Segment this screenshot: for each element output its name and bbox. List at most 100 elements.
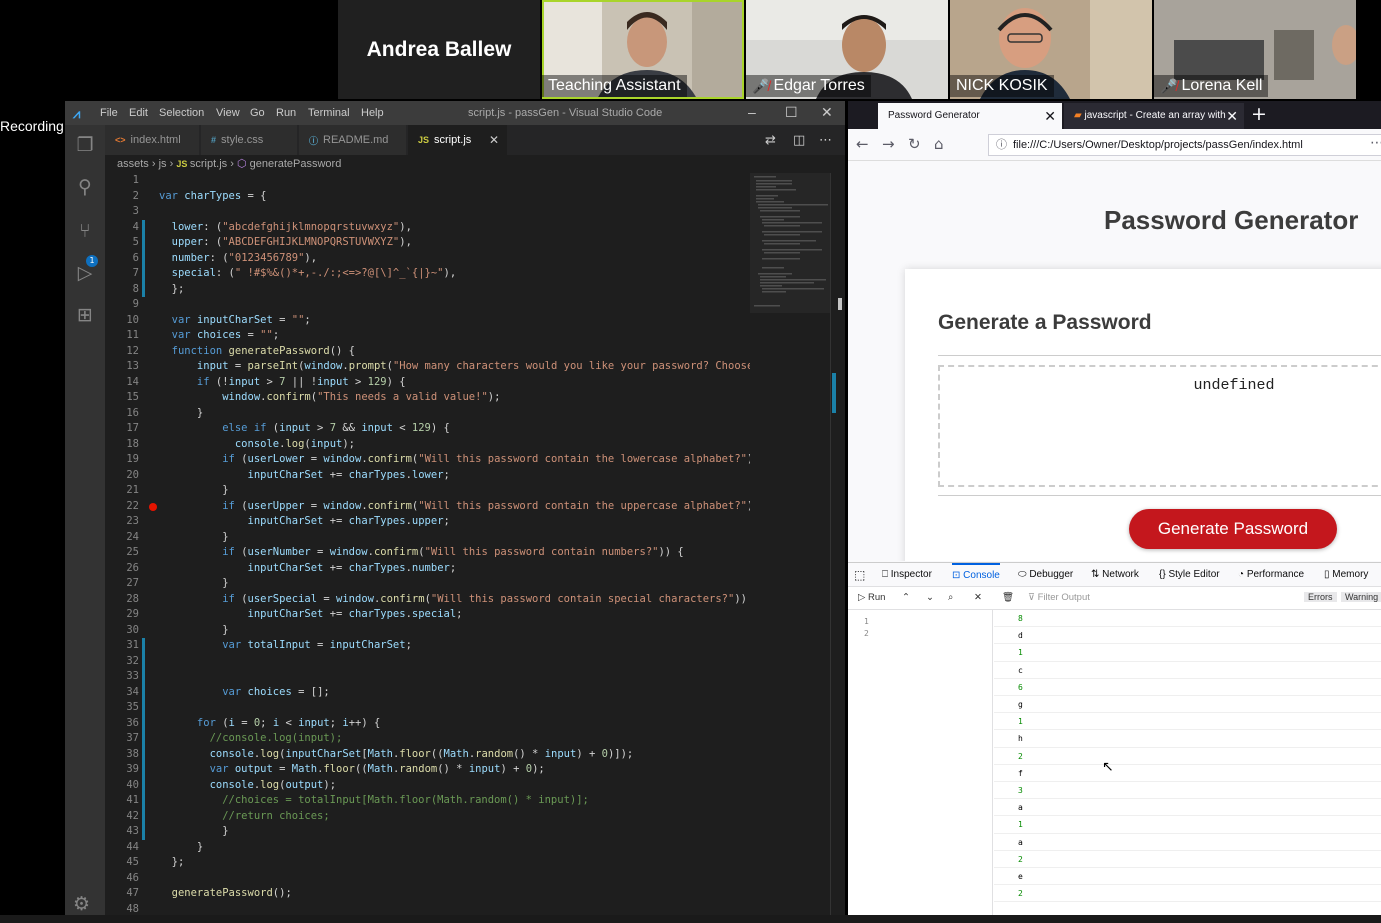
code-line[interactable]: 40 console.log(output);: [105, 778, 750, 794]
code-line[interactable]: 36 for (i = 0; i < input; i++) {: [105, 716, 750, 732]
code-line[interactable]: 22 if (userUpper = window.confirm("Will …: [105, 499, 753, 515]
menu-go[interactable]: Go: [250, 107, 265, 119]
code-line[interactable]: 37 //console.log(input);: [105, 731, 750, 747]
console-message[interactable]: c: [994, 662, 1381, 679]
code-line[interactable]: 11 var choices = "";: [105, 328, 750, 344]
code-line[interactable]: 15 window.confirm("This needs a valid va…: [105, 390, 750, 406]
code-line[interactable]: 23 inputCharSet += charTypes.upper;: [105, 514, 750, 530]
code-line[interactable]: 5 upper: ("ABCDEFGHIJKLMNOPQRSTUVWXYZ"),: [105, 235, 750, 251]
vertical-scrollbar[interactable]: [830, 173, 845, 915]
gear-icon[interactable]: ⚙: [73, 893, 90, 915]
code-line[interactable]: 10 var inputCharSet = "";: [105, 313, 750, 329]
address-bar[interactable]: ⓘ file:///C:/Users/Owner/Desktop/project…: [988, 134, 1381, 156]
code-line[interactable]: 3: [105, 204, 750, 220]
filter-errors-button[interactable]: Errors: [1304, 592, 1337, 602]
menu-selection[interactable]: Selection: [159, 107, 204, 119]
code-line[interactable]: 24 }: [105, 530, 750, 546]
explorer-icon[interactable]: ❐: [73, 133, 97, 157]
code-line[interactable]: 43 }: [105, 824, 750, 840]
code-line[interactable]: 31 var totalInput = inputCharSet;: [105, 638, 750, 654]
compare-icon[interactable]: ⇄: [765, 133, 776, 148]
code-line[interactable]: 14 if (!input > 7 || !input > 129) {: [105, 375, 750, 391]
code-line[interactable]: 42 //return choices;: [105, 809, 750, 825]
participant-tile-lorena[interactable]: 🎤̸ Lorena Kell: [1154, 0, 1356, 99]
code-line[interactable]: 27 }: [105, 576, 750, 592]
password-textarea[interactable]: undefined: [938, 365, 1381, 487]
code-line[interactable]: 46: [105, 871, 750, 887]
tab-console[interactable]: ⊡ Console: [952, 563, 1000, 587]
tab-index-html[interactable]: <> index.html: [105, 125, 200, 155]
console-message[interactable]: 1: [994, 816, 1381, 834]
tab-script-js[interactable]: JS script.js ✕: [408, 125, 508, 155]
run-debug-icon[interactable]: ▷: [73, 261, 97, 285]
console-message[interactable]: 2: [994, 851, 1381, 868]
code-line[interactable]: 28 if (userSpecial = window.confirm("Wil…: [105, 592, 759, 608]
code-line[interactable]: 33: [105, 669, 750, 685]
extensions-icon[interactable]: ⊞: [73, 303, 97, 327]
more-icon[interactable]: ⋯: [1370, 135, 1381, 151]
code-line[interactable]: 9: [105, 297, 750, 313]
code-line[interactable]: 12 function generatePassword() {: [105, 344, 750, 360]
browser-tab-password-generator[interactable]: Password Generator ✕: [878, 103, 1062, 129]
code-line[interactable]: 17 else if (input > 7 && input < 129) {: [105, 421, 750, 437]
back-icon[interactable]: ←: [856, 135, 869, 153]
breadcrumb-script[interactable]: script.js: [190, 158, 227, 170]
console-message[interactable]: d: [994, 627, 1381, 645]
code-line[interactable]: 26 inputCharSet += charTypes.number;: [105, 561, 750, 577]
console-message[interactable]: 3: [994, 782, 1381, 800]
code-line[interactable]: 39 var output = Math.floor((Math.random(…: [105, 762, 750, 778]
menu-run[interactable]: Run: [276, 107, 296, 119]
code-line[interactable]: 16 }: [105, 406, 750, 422]
trash-icon[interactable]: 🗑: [1002, 592, 1014, 603]
maximize-icon[interactable]: ☐: [785, 104, 798, 121]
code-line[interactable]: 25 if (userNumber = window.confirm("Will…: [105, 545, 750, 561]
forward-icon[interactable]: →: [882, 135, 895, 153]
code-line[interactable]: 38 console.log(inputCharSet[Math.floor((…: [105, 747, 750, 763]
menu-file[interactable]: File: [100, 107, 118, 119]
tab-readme-md[interactable]: ⓘ README.md: [299, 125, 407, 155]
split-editor-icon[interactable]: ◫: [793, 133, 805, 148]
code-line[interactable]: 4 lower: ("abcdefghijklmnopqrstuvwxyz"),: [105, 220, 750, 236]
code-editor[interactable]: 1 2 var charTypes = {3 4 lower: ("abcdefghi…: [105, 173, 759, 915]
zoom-search-icon[interactable]: ⌕: [948, 592, 953, 603]
close-tab-icon[interactable]: ✕: [1044, 103, 1056, 129]
tab-debugger[interactable]: ⬭ Debugger: [1018, 563, 1073, 587]
tab-inspector[interactable]: ⎕ Inspector: [882, 563, 932, 587]
menu-terminal[interactable]: Terminal: [308, 107, 350, 119]
participant-tile-andrea[interactable]: Andrea Ballew: [338, 0, 540, 99]
more-actions-icon[interactable]: ⋯: [819, 133, 832, 148]
code-line[interactable]: 7 special: (" !#$%&()*+,-./:;<=>?@[\]^_`…: [105, 266, 750, 282]
code-line[interactable]: 47 generatePassword();: [105, 886, 750, 902]
code-line[interactable]: 41 //choices = totalInput[Math.floor(Mat…: [105, 793, 750, 809]
breadcrumb-js[interactable]: js: [159, 158, 167, 170]
element-picker-icon[interactable]: ⬚: [854, 563, 865, 587]
home-icon[interactable]: ⌂: [934, 135, 944, 153]
menu-help[interactable]: Help: [361, 107, 384, 119]
code-line[interactable]: 44 }: [105, 840, 750, 856]
close-icon[interactable]: ✕: [821, 104, 833, 121]
tab-performance[interactable]: ◔ Performance: [1238, 563, 1304, 587]
participant-tile-teaching-assistant[interactable]: Teaching Assistant: [542, 0, 744, 99]
console-message[interactable]: g: [994, 696, 1381, 714]
participant-tile-nick[interactable]: NICK KOSIK: [950, 0, 1152, 99]
search-icon[interactable]: ⚲: [73, 175, 97, 199]
console-message[interactable]: h: [994, 730, 1381, 748]
console-editor-pane[interactable]: 1 2: [848, 610, 993, 916]
code-line[interactable]: 18 console.log(input);: [105, 437, 750, 453]
code-line[interactable]: 20 inputCharSet += charTypes.lower;: [105, 468, 750, 484]
code-line[interactable]: 29 inputCharSet += charTypes.special;: [105, 607, 750, 623]
breakpoint-icon[interactable]: [149, 502, 157, 511]
filter-warnings-button[interactable]: Warning: [1341, 592, 1381, 602]
code-line[interactable]: 30 }: [105, 623, 750, 639]
new-tab-icon[interactable]: +: [1251, 103, 1267, 125]
tab-memory[interactable]: ▯ Memory: [1324, 563, 1368, 587]
code-line[interactable]: 6 number: ("0123456789"),: [105, 251, 750, 267]
filter-output-input[interactable]: ⊽ Filter Output: [1028, 592, 1090, 603]
code-line[interactable]: 45 };: [105, 855, 750, 871]
code-line[interactable]: 35: [105, 700, 750, 716]
tab-style-css[interactable]: # style.css: [201, 125, 298, 155]
console-message[interactable]: a: [994, 799, 1381, 817]
minimize-icon[interactable]: –: [748, 104, 756, 120]
code-line[interactable]: 8 };: [105, 282, 750, 298]
breadcrumb-assets[interactable]: assets: [117, 158, 149, 170]
